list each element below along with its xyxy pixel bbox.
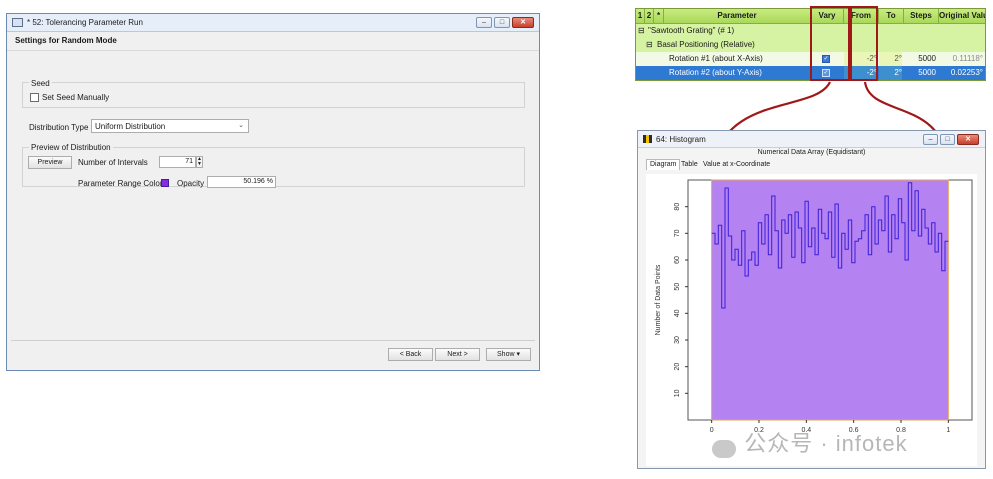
- y-tick-label: 60: [674, 256, 681, 264]
- close-button[interactable]: ✕: [957, 134, 979, 145]
- window-title: * 52: Tolerancing Parameter Run: [27, 18, 143, 27]
- next-button[interactable]: Next >: [435, 348, 480, 361]
- to-column-highlight: [850, 6, 878, 81]
- divider: [7, 50, 539, 51]
- preview-button[interactable]: Preview: [28, 156, 72, 169]
- y-tick-label: 50: [674, 283, 681, 291]
- distribution-type-label: Distribution Type: [29, 123, 89, 132]
- title-bar: 64: Histogram – □ ✕: [638, 131, 985, 148]
- group-label: "Sawtooth Grating" (# 1): [648, 26, 735, 35]
- wechat-icon: [712, 439, 736, 458]
- col-header-parameter[interactable]: Parameter: [664, 9, 811, 23]
- tab-table[interactable]: Table: [678, 160, 701, 171]
- window-title: 64: Histogram: [656, 135, 706, 144]
- back-button[interactable]: < Back: [388, 348, 433, 361]
- app-icon: [12, 18, 23, 27]
- parameter-range-shading: [711, 179, 949, 421]
- maximize-button[interactable]: □: [494, 17, 510, 28]
- y-tick-label: 40: [674, 309, 681, 317]
- preview-group-label: Preview of Distribution: [29, 143, 113, 152]
- minimize-button[interactable]: –: [923, 134, 938, 145]
- distribution-type-value: Uniform Distribution: [95, 122, 166, 131]
- steps-cell[interactable]: 5000: [904, 52, 936, 66]
- y-axis-label: Number of Data Points: [655, 264, 662, 335]
- y-tick-label: 10: [674, 389, 681, 397]
- y-tick-label: 20: [674, 363, 681, 371]
- original-value-cell: 0.11118°: [952, 54, 983, 63]
- col-header-to[interactable]: To: [879, 9, 904, 23]
- collapse-icon[interactable]: ⊟: [646, 38, 653, 51]
- x-tick-label: 1: [946, 427, 950, 434]
- y-tick-label: 80: [674, 203, 681, 211]
- chevron-down-icon: ⌄: [238, 122, 244, 129]
- watermark: 公众号 · infotek: [712, 426, 908, 458]
- opacity-label: Opacity: [177, 179, 205, 188]
- col-header-1[interactable]: 1: [636, 9, 645, 23]
- intervals-input[interactable]: 71: [159, 156, 196, 168]
- intervals-label: Number of Intervals: [78, 158, 148, 167]
- range-color-swatch[interactable]: [161, 179, 169, 187]
- opacity-input[interactable]: 50.196 %: [207, 176, 276, 188]
- subgroup-label: Basal Positioning (Relative): [657, 40, 755, 49]
- array-subtitle: Numerical Data Array (Equidistant): [757, 149, 866, 156]
- seed-group-label: Seed: [29, 79, 52, 88]
- close-button[interactable]: ✕: [512, 17, 534, 28]
- y-tick-label: 70: [674, 229, 681, 237]
- col-header-steps[interactable]: Steps: [904, 9, 939, 23]
- maximize-button[interactable]: □: [940, 134, 955, 145]
- tab-value-at-x[interactable]: Value at x-Coordinate: [700, 160, 773, 171]
- distribution-type-select[interactable]: Uniform Distribution ⌄: [91, 119, 249, 133]
- minimize-button[interactable]: –: [476, 17, 492, 28]
- histogram-plot[interactable]: 10 20 30 40 50 60 70 80 0 0.2 0.4 0.6 0.8 1 Number of …: [646, 174, 977, 466]
- histogram-window: 64: Histogram – □ ✕ Numerical Data Array…: [637, 130, 986, 469]
- col-header-original-value[interactable]: Original Value: [939, 9, 985, 23]
- col-header-star[interactable]: *: [654, 9, 664, 23]
- page-subtitle: Settings for Random Mode: [15, 36, 117, 45]
- title-bar: * 52: Tolerancing Parameter Run – □ ✕: [7, 14, 539, 32]
- collapse-icon[interactable]: ⊟: [638, 24, 645, 37]
- footer-divider: [11, 340, 535, 341]
- histogram-icon: [643, 135, 652, 143]
- y-tick-label: 30: [674, 336, 681, 344]
- histogram-chart: 10203040506070800 0.2 0.4 0.6 0.8 1Number of …: [655, 179, 973, 434]
- tab-diagram[interactable]: Diagram: [646, 159, 681, 170]
- from-column-highlight: [810, 6, 850, 81]
- intervals-spinner[interactable]: ▲ ▼: [196, 156, 203, 168]
- tolerancing-window: * 52: Tolerancing Parameter Run – □ ✕ Se…: [6, 13, 540, 371]
- range-color-label: Parameter Range Color: [78, 179, 163, 188]
- to-cell[interactable]: 2°: [879, 52, 902, 66]
- seed-checkbox-label: Set Seed Manually: [42, 93, 110, 102]
- seed-checkbox[interactable]: [30, 93, 39, 102]
- watermark-text: 公众号 · infotek: [744, 431, 908, 456]
- col-header-2[interactable]: 2: [645, 9, 654, 23]
- parameter-cell: Rotation #1 (about X-Axis): [669, 54, 763, 63]
- show-button[interactable]: Show ▾: [486, 348, 531, 361]
